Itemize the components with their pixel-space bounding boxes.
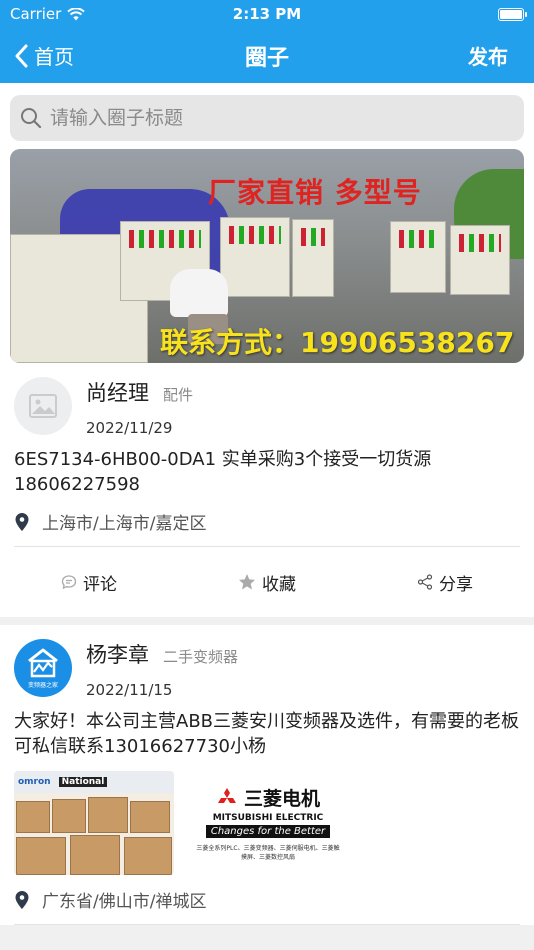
post-header: 变频器之家 杨李章 二手变频器 2022/11/15 <box>0 625 534 699</box>
banner-cabinet <box>450 225 510 295</box>
carrier-label: Carrier <box>10 5 62 23</box>
avatar[interactable]: 变频器之家 <box>14 639 72 697</box>
search-bar[interactable] <box>10 95 524 141</box>
location-text: 广东省/佛山市/禅城区 <box>42 892 207 912</box>
search-section <box>0 83 534 149</box>
post-date: 2022/11/15 <box>86 681 173 699</box>
author-name[interactable]: 杨李章 <box>86 639 149 669</box>
product-box <box>16 801 50 833</box>
share-label: 分享 <box>439 574 473 595</box>
mitsubishi-title: 三菱电机 <box>216 784 320 811</box>
location-pin-icon <box>15 512 29 531</box>
status-bar: Carrier 2:13 PM <box>0 0 534 28</box>
post-location: 广东省/佛山市/禅城区 <box>0 875 534 924</box>
name-row: 杨李章 二手变频器 <box>86 639 238 669</box>
post-meta: 杨李章 二手变频器 2022/11/15 <box>86 639 238 699</box>
post-date: 2022/11/29 <box>86 419 173 437</box>
banner-section: 厂家直销 多型号 联系方式：19906538267 <box>0 149 534 363</box>
post-location: 上海市/上海市/嘉定区 <box>0 497 534 546</box>
post-content: 6ES7134-6HB00-0DA1 实单采购3个接受一切货源186062275… <box>14 449 432 495</box>
back-button[interactable]: 首页 <box>14 41 74 70</box>
name-row: 尚经理 配件 <box>86 377 193 407</box>
image-placeholder-icon <box>29 394 57 418</box>
post-image-boxes[interactable]: omron National <box>14 771 174 875</box>
mitsubishi-en: MITSUBISHI ELECTRIC <box>212 813 324 823</box>
favorite-label: 收藏 <box>262 574 296 595</box>
promo-banner[interactable]: 厂家直销 多型号 联系方式：19906538267 <box>10 149 524 363</box>
search-icon <box>21 108 42 129</box>
banner-contact: 联系方式：19906538267 <box>160 326 515 359</box>
status-left: Carrier <box>10 5 86 23</box>
banner-headline: 厂家直销 多型号 <box>208 176 422 209</box>
product-box <box>88 797 128 833</box>
product-box <box>70 835 120 875</box>
product-box <box>124 837 172 875</box>
category-tag: 二手变频器 <box>163 648 239 666</box>
banner-cabinet <box>292 219 334 297</box>
location-pin-icon <box>15 890 29 909</box>
mitsubishi-desc: 三菱全系列PLC、三菱变频器、三菱伺服电机、三菱触摸屏、三菱数控风扇 <box>196 845 340 861</box>
post-content: 大家好！本公司主营ABB三菱安川变频器及选件，有需要的老板可私信联系130166… <box>14 711 520 757</box>
brand-national: National <box>58 777 108 787</box>
publish-button[interactable]: 发布 <box>468 41 508 70</box>
avatar[interactable] <box>14 377 72 435</box>
banner-cabinet <box>390 221 446 293</box>
product-box <box>16 837 66 875</box>
post-image-mitsubishi[interactable]: 三菱电机 MITSUBISHI ELECTRIC Changes for the… <box>188 771 348 875</box>
comment-button[interactable]: 评论 <box>0 570 178 595</box>
page-title: 圈子 <box>244 45 289 71</box>
product-box <box>130 801 170 833</box>
share-icon <box>417 574 433 590</box>
favorite-button[interactable]: 收藏 <box>178 570 356 595</box>
post-card[interactable]: 变频器之家 杨李章 二手变频器 2022/11/15 大家好！本公司主营ABB三… <box>0 625 534 925</box>
share-button[interactable]: 分享 <box>356 570 534 595</box>
wifi-icon <box>67 7 86 20</box>
banner-cabinet <box>220 217 290 297</box>
back-label: 首页 <box>34 45 74 69</box>
divider <box>14 924 520 925</box>
chevron-left-icon <box>15 44 28 67</box>
mitsubishi-slogan: Changes for the Better <box>205 825 331 838</box>
battery-icon <box>498 7 527 21</box>
comment-label: 评论 <box>83 574 117 595</box>
mitsubishi-cn: 三菱电机 <box>243 788 320 810</box>
category-tag: 配件 <box>163 386 194 404</box>
search-input[interactable] <box>50 107 514 129</box>
brand-omron: omron <box>18 777 51 787</box>
author-name[interactable]: 尚经理 <box>86 377 149 407</box>
comment-icon <box>61 575 77 590</box>
star-icon <box>239 574 255 590</box>
post-actions: 评论 收藏 分享 <box>0 547 534 617</box>
mitsubishi-logo-icon <box>217 787 236 803</box>
location-text: 上海市/上海市/嘉定区 <box>42 514 207 534</box>
product-box <box>52 799 86 833</box>
avatar-caption: 变频器之家 <box>27 681 58 689</box>
post-meta: 尚经理 配件 2022/11/29 <box>86 377 193 437</box>
post-card[interactable]: 尚经理 配件 2022/11/29 6ES7134-6HB00-0DA1 实单采… <box>0 363 534 617</box>
post-images: omron National 三菱电机 MITSUBISHI ELECTRIC … <box>0 759 534 875</box>
banner-worker <box>170 269 228 317</box>
post-header: 尚经理 配件 2022/11/29 <box>0 363 534 437</box>
nav-bar: 首页 圈子 发布 <box>0 28 534 83</box>
house-chart-icon <box>28 648 58 677</box>
